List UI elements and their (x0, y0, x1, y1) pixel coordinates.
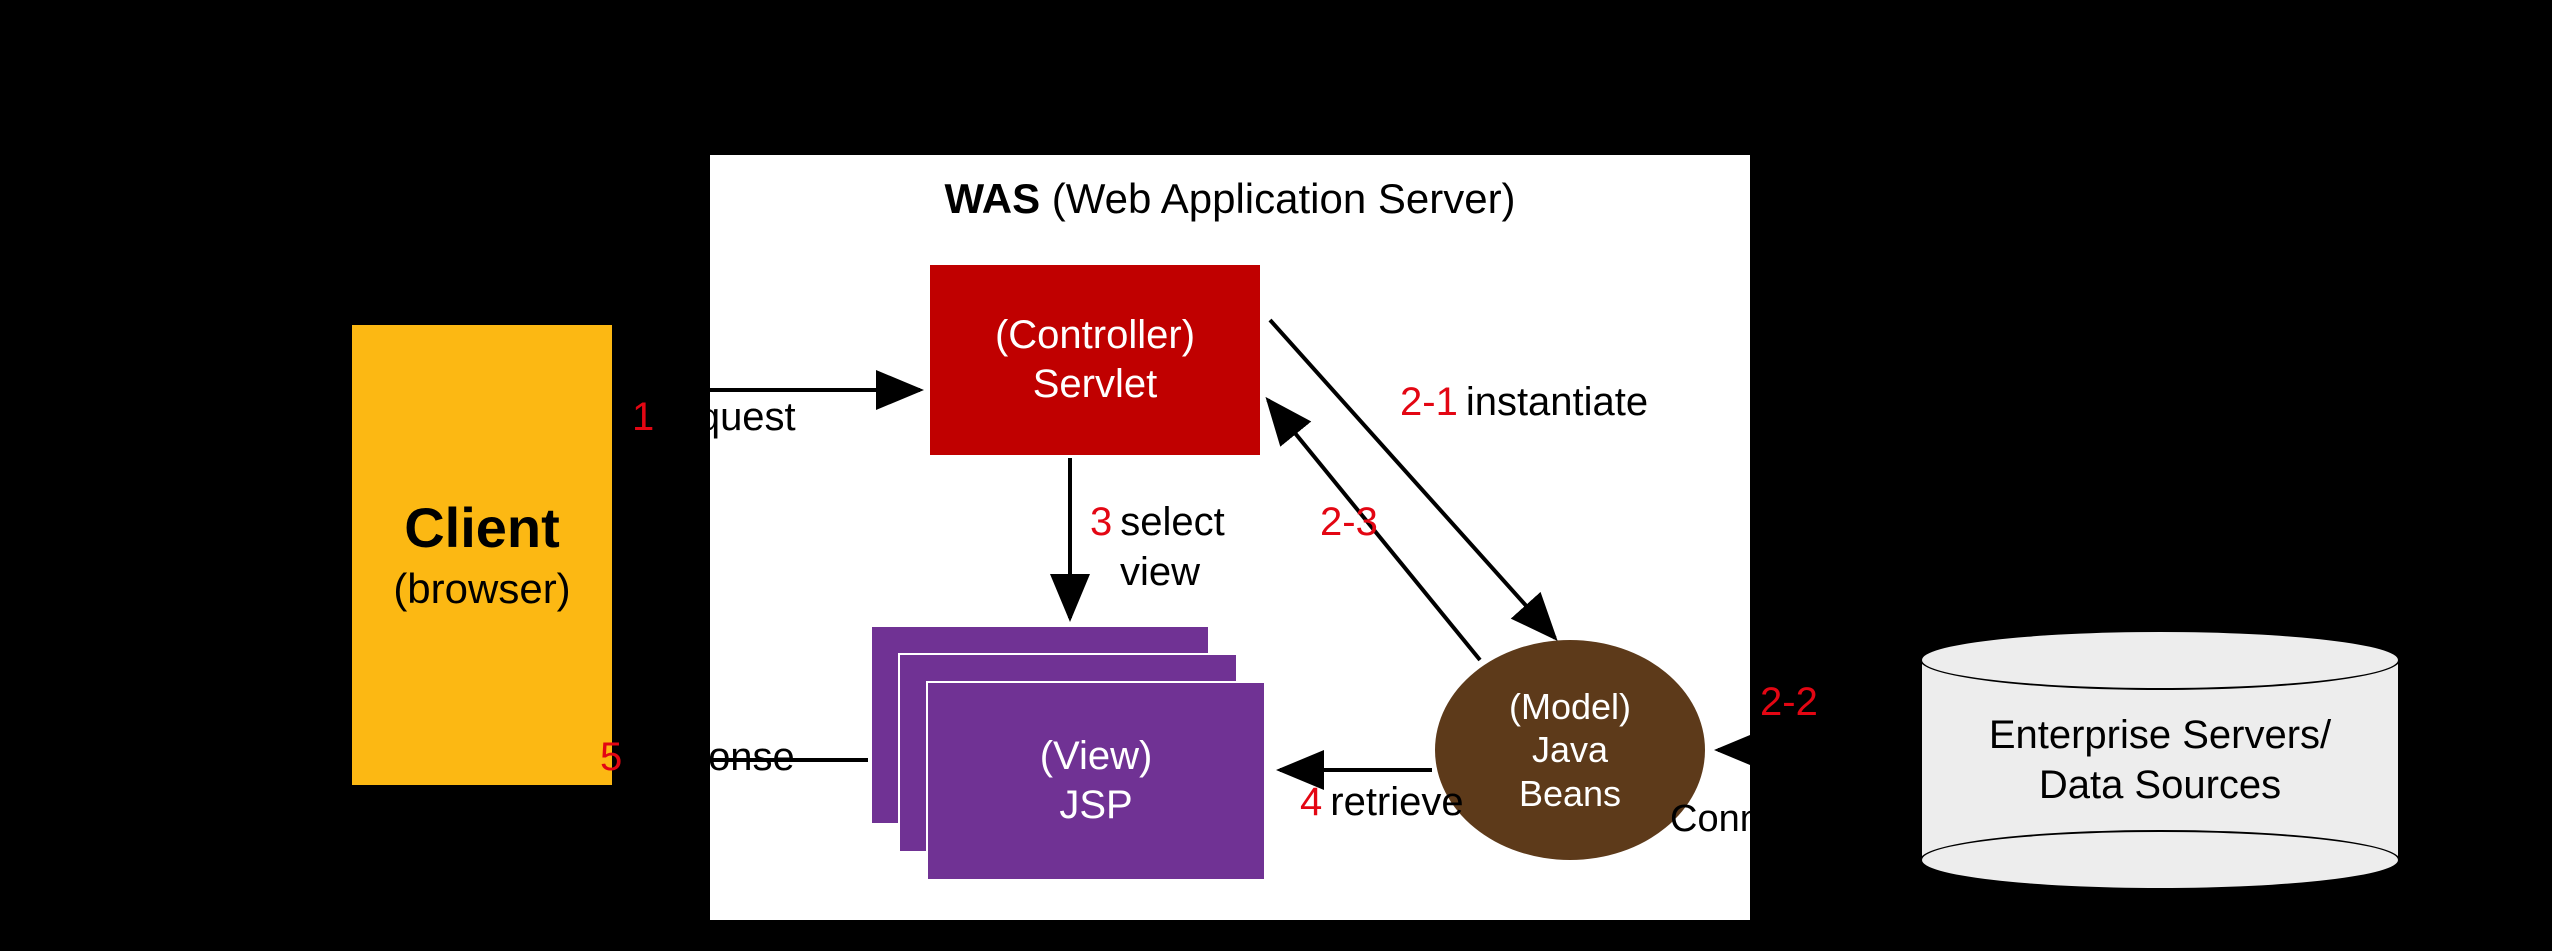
model-label-1: (Model) (1509, 685, 1631, 728)
model-ellipse: (Model) Java Beans (1435, 640, 1705, 860)
label-step-2-2: 2-2 (1760, 680, 1826, 725)
label-step-1: 1request (632, 395, 796, 440)
model-label-3: Beans (1519, 772, 1621, 815)
step-2-2-num: 2-2 (1760, 680, 1818, 724)
step-3a-text: select (1120, 500, 1225, 544)
model-label-2: Java (1532, 728, 1608, 771)
step-1-num: 1 (632, 395, 654, 439)
label-step-2-1: 2-1instantiate (1400, 380, 1648, 425)
view-label-2: JSP (1059, 783, 1132, 828)
cylinder-bottom (1920, 830, 2400, 890)
view-stack: (View) JSP (870, 625, 1270, 885)
label-step-3b: view (1120, 550, 1200, 595)
step-2-1-num: 2-1 (1400, 380, 1458, 424)
label-step-5: 5response (600, 735, 795, 780)
was-title: WAS (Web Application Server) (710, 175, 1750, 223)
cylinder-text: Enterprise Servers/ Data Sources (1920, 710, 2400, 810)
step-4-num: 4 (1300, 780, 1322, 824)
step-3b-text: view (1120, 550, 1200, 594)
step-2-3-num: 2-3 (1320, 500, 1378, 544)
client-sub: (browser) (393, 565, 570, 613)
label-step-2-2-connection: Connection (1670, 798, 1862, 841)
cylinder-top (1920, 630, 2400, 690)
datasource-cylinder: Enterprise Servers/ Data Sources (1920, 630, 2400, 890)
datasource-line-1: Enterprise Servers/ (1989, 713, 2331, 757)
datasource-line-2: Data Sources (2039, 763, 2281, 807)
diagram-canvas: WAS (Web Application Server) Client (bro… (0, 0, 2552, 951)
label-step-3a: 3select (1090, 500, 1225, 545)
step-1-text: request (662, 395, 795, 439)
was-title-bold: WAS (944, 175, 1040, 222)
controller-label-2: Servlet (1033, 362, 1158, 407)
was-title-thin: (Web Application Server) (1040, 175, 1515, 222)
step-3-num: 3 (1090, 500, 1112, 544)
step-4-text: retrieve (1330, 780, 1463, 824)
view-card-front: (View) JSP (926, 681, 1266, 881)
client-box: Client (browser) (352, 325, 612, 785)
label-step-2-3: 2-3 (1320, 500, 1386, 545)
step-2-1-text: instantiate (1466, 380, 1648, 424)
step-5-num: 5 (600, 735, 622, 779)
step-2-2-connection-text: Connection (1670, 798, 1862, 840)
step-5-text: response (630, 735, 795, 779)
client-title: Client (404, 497, 560, 559)
controller-box: (Controller) Servlet (930, 265, 1260, 455)
view-label-1: (View) (1040, 734, 1153, 779)
label-step-4: 4retrieve (1300, 780, 1464, 825)
controller-label-1: (Controller) (995, 313, 1195, 358)
